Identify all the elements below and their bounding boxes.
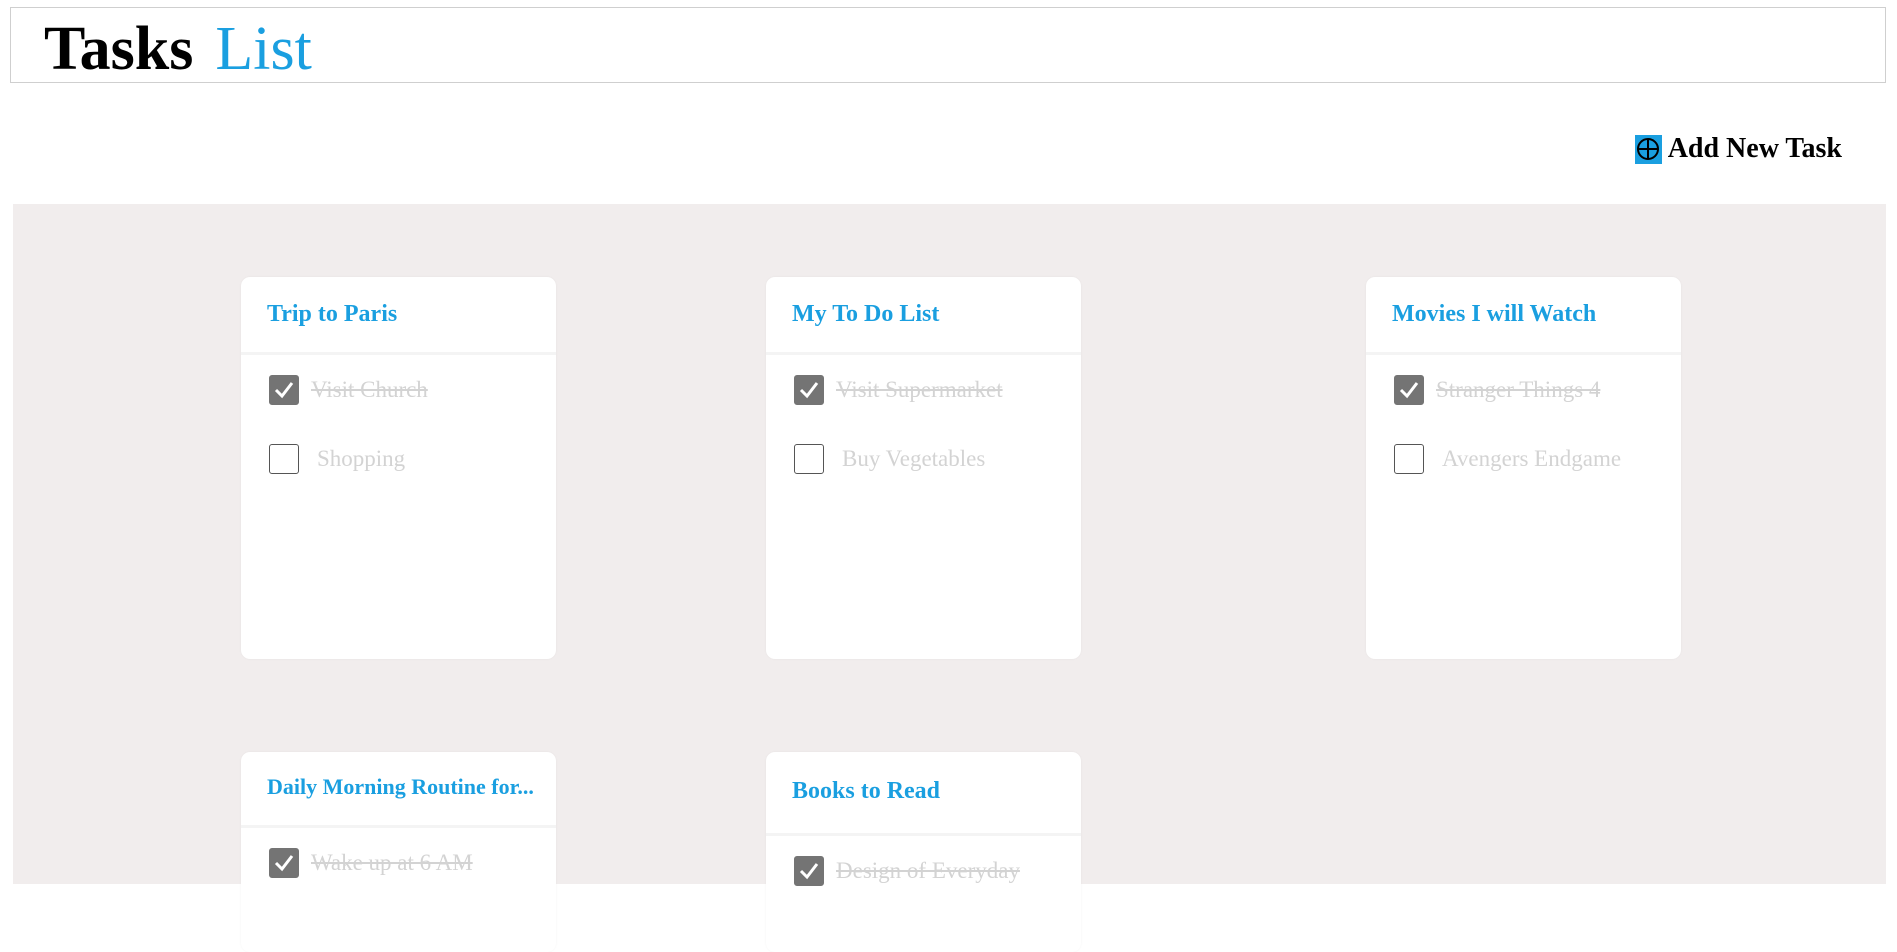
checkmark-icon <box>1399 381 1419 398</box>
task-label: Wake up at 6 AM <box>311 849 473 875</box>
task-item: Avengers Endgame <box>1366 424 1681 493</box>
card-title[interactable]: Movies I will Watch <box>1366 277 1681 355</box>
task-label: Avengers Endgame <box>1442 445 1622 471</box>
task-checkbox[interactable] <box>269 443 299 474</box>
task-list: Design of Everyday <box>766 836 1081 905</box>
task-board: Trip to Paris Visit Church Shopping My T… <box>13 204 1886 952</box>
app-header: Tasks List <box>10 7 1886 83</box>
task-item: Design of Everyday <box>766 836 1081 905</box>
task-item: Wake up at 6 AM <box>241 828 556 897</box>
task-label: Design of Everyday <box>836 857 1020 883</box>
task-checkbox[interactable] <box>794 443 824 474</box>
task-card: Daily Morning Routine for... Wake up at … <box>241 752 556 952</box>
app-title-part-list: List <box>215 15 312 83</box>
task-item: Shopping <box>241 424 556 493</box>
card-title[interactable]: Books to Read <box>766 752 1081 836</box>
checkmark-icon <box>799 381 819 398</box>
add-new-task-button[interactable]: Add New Task <box>1634 133 1842 165</box>
checkmark-icon <box>274 854 294 871</box>
task-checkbox-checked[interactable] <box>269 374 299 405</box>
task-label: Visit Church <box>311 376 428 402</box>
task-label: Buy Vegetables <box>842 445 986 471</box>
card-title[interactable]: My To Do List <box>766 277 1081 355</box>
task-label: Stranger Things 4 <box>1436 376 1601 402</box>
checkmark-icon <box>799 862 819 879</box>
task-item: Buy Vegetables <box>766 424 1081 493</box>
task-card: Books to Read Design of Everyday <box>766 752 1081 952</box>
task-list: Visit Church Shopping <box>241 355 556 493</box>
app-title: Tasks List <box>44 18 312 80</box>
task-checkbox[interactable] <box>1394 443 1424 474</box>
checkmark-icon <box>274 381 294 398</box>
task-checkbox-checked[interactable] <box>794 855 824 886</box>
task-card: Movies I will Watch Stranger Things 4 Av… <box>1366 277 1681 659</box>
task-item: Stranger Things 4 <box>1366 355 1681 424</box>
task-checkbox-checked[interactable] <box>794 374 824 405</box>
card-title[interactable]: Trip to Paris <box>241 277 556 355</box>
task-checkbox-checked[interactable] <box>269 847 299 878</box>
task-list: Visit Supermarket Buy Vegetables <box>766 355 1081 493</box>
task-card: Trip to Paris Visit Church Shopping <box>241 277 556 659</box>
circle-plus-icon <box>1634 134 1662 164</box>
task-item: Visit Church <box>241 355 556 424</box>
task-label: Visit Supermarket <box>836 376 1003 402</box>
app-title-part-tasks: Tasks <box>44 15 194 83</box>
task-card: My To Do List Visit Supermarket Buy Vege… <box>766 277 1081 659</box>
add-new-task-label: Add New Task <box>1667 133 1842 164</box>
task-list: Wake up at 6 AM <box>241 828 556 897</box>
card-title[interactable]: Daily Morning Routine for... <box>241 752 556 828</box>
task-label: Shopping <box>317 445 406 471</box>
task-item: Visit Supermarket <box>766 355 1081 424</box>
task-list: Stranger Things 4 Avengers Endgame <box>1366 355 1681 493</box>
task-checkbox-checked[interactable] <box>1394 374 1424 405</box>
